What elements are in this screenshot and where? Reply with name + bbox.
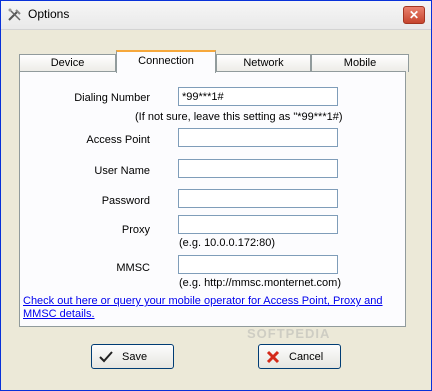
tools-icon: [7, 7, 23, 23]
proxy-label: Proxy: [121, 224, 150, 236]
dialing-number-hint: (If not sure, leave this setting as "*99…: [135, 111, 343, 123]
password-label: Password: [101, 195, 150, 207]
tab-device[interactable]: Device: [19, 54, 116, 72]
user-name-input[interactable]: [178, 159, 338, 178]
checkmark-icon: [98, 349, 114, 365]
title-bar[interactable]: Options ✕: [1, 1, 431, 30]
access-point-input[interactable]: [178, 128, 338, 147]
tab-connection[interactable]: Connection: [116, 50, 216, 73]
tab-strip: Device Connection Network Mobile: [19, 50, 409, 73]
close-icon: ✕: [408, 8, 420, 22]
cancel-button[interactable]: Cancel: [258, 344, 341, 369]
window-title: Options: [28, 7, 70, 21]
tab-mobile[interactable]: Mobile: [311, 54, 409, 72]
mmsc-hint: (e.g. http://mmsc.monternet.com): [179, 277, 341, 289]
dialing-number-input[interactable]: [178, 87, 338, 106]
red-x-icon: [265, 349, 281, 365]
cancel-button-label: Cancel: [289, 350, 324, 363]
mmsc-label: MMSC: [116, 262, 150, 274]
help-link[interactable]: Check out here or query your mobile oper…: [23, 295, 398, 321]
mmsc-input[interactable]: [178, 255, 338, 274]
proxy-input[interactable]: [178, 215, 338, 234]
tab-network[interactable]: Network: [216, 54, 311, 72]
user-name-label: User Name: [94, 165, 150, 177]
save-button[interactable]: Save: [91, 344, 174, 369]
save-button-label: Save: [122, 350, 148, 363]
dialing-number-label: Dialing Number: [74, 92, 150, 104]
close-button[interactable]: ✕: [403, 6, 425, 24]
watermark: SOFTPEDIA: [247, 326, 331, 341]
password-input[interactable]: [178, 189, 338, 208]
proxy-hint: (e.g. 10.0.0.172:80): [179, 237, 276, 249]
options-window: Options ✕ Device Connection Network Mobi…: [0, 0, 432, 391]
access-point-label: Access Point: [86, 134, 150, 146]
